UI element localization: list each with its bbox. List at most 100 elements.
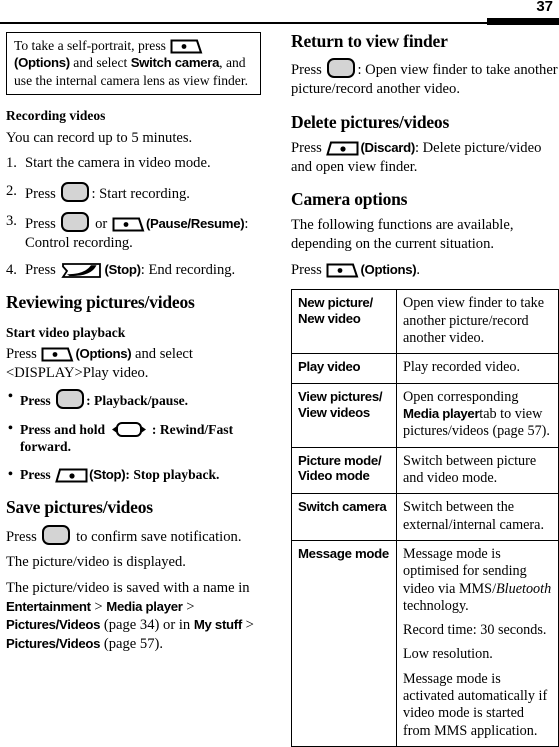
desc-part: technology. bbox=[403, 597, 469, 614]
step-text-before: Press bbox=[25, 261, 60, 278]
desc-paragraph: Switch between the external/internal cam… bbox=[403, 499, 545, 533]
term-media-player: Media player bbox=[106, 598, 183, 614]
save-sep-2: > bbox=[182, 598, 195, 615]
option-description: Open corresponding Media playertab to vi… bbox=[396, 382, 559, 448]
left-soft-key-icon bbox=[170, 39, 203, 54]
navigation-key-icon bbox=[111, 421, 147, 438]
option-name: Picture mode/Video mode bbox=[291, 446, 397, 495]
save-text-before: Press bbox=[6, 528, 41, 545]
bullet-dot: • bbox=[8, 421, 13, 437]
heading-camera-options: Camera options bbox=[291, 189, 408, 210]
desc-part: Open corresponding bbox=[403, 388, 519, 405]
option-description: Switch between the external/internal cam… bbox=[396, 493, 559, 541]
step-text-after: : Start recording. bbox=[91, 185, 190, 202]
desc-paragraph: Low resolution. bbox=[403, 646, 493, 663]
note-text-2: and select bbox=[69, 55, 131, 71]
header-thumb-tab bbox=[487, 18, 559, 25]
option-name: New picture/New video bbox=[291, 289, 397, 355]
end-call-key-icon bbox=[61, 262, 102, 279]
co-press-after: . bbox=[416, 261, 421, 278]
table-row: New picture/New video Open view finder t… bbox=[291, 289, 559, 355]
list-item: • Press (Stop): Stop playback. bbox=[6, 467, 276, 484]
left-soft-key-icon bbox=[112, 217, 145, 232]
term-pictures-videos: Pictures/Videos bbox=[6, 617, 101, 633]
heading-start-video-playback: Start video playback bbox=[6, 324, 126, 340]
heading-recording-videos: Recording videos bbox=[6, 108, 106, 124]
select-key-icon bbox=[61, 212, 90, 233]
recording-intro: You can record up to 5 minutes. bbox=[6, 129, 193, 146]
option-name: Play video bbox=[291, 353, 397, 384]
right-soft-key-icon bbox=[326, 141, 359, 156]
camera-options-intro: The following functions are available, d… bbox=[291, 217, 514, 253]
list-item: • Press : Playback/pause. bbox=[6, 389, 276, 410]
co-press-label: (Options) bbox=[360, 261, 417, 277]
desc-paragraph: Open corresponding Media playertab to vi… bbox=[403, 389, 552, 441]
save-line-1: Press to confirm save notification. bbox=[6, 524, 276, 547]
option-name: Message mode bbox=[291, 539, 397, 747]
desc-paragraph: Open view finder to take another picture… bbox=[403, 295, 545, 347]
note-term-switch-camera: Switch camera bbox=[130, 55, 220, 71]
playback-press-line: Press (Options) and select <DISPLAY>Play… bbox=[6, 345, 276, 382]
term-pictures-videos-2: Pictures/Videos bbox=[6, 635, 101, 651]
save-line3-b: (page 34) or in bbox=[100, 617, 194, 634]
return-view-finder-text: Press : Open view finder to take another… bbox=[291, 58, 559, 98]
step-number: 4. bbox=[6, 261, 17, 278]
table-row: Switch camera Switch between the externa… bbox=[291, 493, 559, 541]
bullet-key-label: (Stop) bbox=[89, 467, 126, 483]
table-row: Message mode Message mode is optimised f… bbox=[291, 539, 559, 747]
bullet-text-before: Press bbox=[20, 393, 55, 409]
right-soft-key-icon bbox=[55, 468, 88, 483]
save-line-2: The picture/video is displayed. bbox=[6, 554, 186, 571]
table-row: Picture mode/Video mode Switch between p… bbox=[291, 446, 559, 495]
heading-return-to-view-finder: Return to view finder bbox=[291, 31, 448, 51]
page-header: 37 bbox=[0, 0, 559, 26]
playback-options-label: (Options) bbox=[75, 346, 132, 362]
desc-paragraph: Message mode is optimised for sending vi… bbox=[403, 546, 552, 615]
save-text-after: to confirm save notification. bbox=[72, 528, 242, 545]
playback-bullets-list: • Press : Playback/pause. • Press and hold… bbox=[6, 389, 276, 484]
left-soft-key-icon bbox=[41, 347, 74, 362]
rvf-text-before: Press bbox=[291, 62, 326, 79]
bullet-text-after: : Stop playback. bbox=[125, 467, 220, 483]
note-text-1: To take a self-portrait, press bbox=[14, 38, 170, 53]
recording-steps-list: 1. Start the camera in video mode. 2. Pres… bbox=[6, 154, 276, 279]
left-soft-key-icon bbox=[326, 263, 359, 278]
note-box-self-portrait: To take a self-portrait, press (Options)… bbox=[6, 32, 261, 96]
header-rule bbox=[0, 22, 559, 24]
step-number: 2. bbox=[6, 182, 17, 199]
heading-reviewing-pictures-videos: Reviewing pictures/videos bbox=[6, 292, 195, 313]
list-item: 2. Press : Start recording. bbox=[6, 181, 276, 203]
option-description: Play recorded video. bbox=[396, 353, 559, 384]
desc-term-media-player: Media player bbox=[403, 406, 480, 422]
save-line3-c: (page 57). bbox=[100, 635, 164, 652]
step-number: 1. bbox=[6, 155, 17, 172]
option-name: Switch camera bbox=[291, 493, 397, 541]
term-my-stuff: My stuff bbox=[193, 617, 242, 633]
save-sep-3: > bbox=[242, 617, 254, 634]
left-column: To take a self-portrait, press (Options)… bbox=[6, 32, 276, 664]
delete-text: Press (Discard): Delete picture/video an… bbox=[291, 139, 559, 176]
save-sep-1: > bbox=[90, 598, 107, 615]
term-entertainment: Entertainment bbox=[6, 598, 91, 614]
co-press-before: Press bbox=[291, 261, 326, 278]
select-key-icon bbox=[327, 58, 356, 79]
table-row: Play video Play recorded video. bbox=[291, 353, 559, 384]
page-number: 37 bbox=[536, 0, 553, 15]
list-item: 3. Press or (Pause/Resume): Control recor… bbox=[6, 212, 276, 252]
bullet-dot: • bbox=[8, 467, 13, 483]
option-description: Message mode is optimised for sending vi… bbox=[396, 539, 559, 747]
step-text-before: Press bbox=[25, 185, 60, 202]
desc-paragraph: Record time: 30 seconds. bbox=[403, 622, 547, 639]
right-column: Return to view finder Press : Open view … bbox=[291, 31, 559, 747]
list-item: • Press and hold : Rewind/Fast forward. bbox=[6, 421, 276, 456]
list-item: 4. Press (Stop): End recording. bbox=[6, 261, 276, 279]
delete-text-before: Press bbox=[291, 139, 326, 156]
step-key-label: (Stop) bbox=[104, 261, 141, 277]
note-box-text: To take a self-portrait, press (Options)… bbox=[14, 37, 253, 89]
bullet-text-before: Press and hold bbox=[20, 422, 109, 438]
save-line3-a: The picture/video is saved with a name i… bbox=[6, 579, 250, 596]
step-key-label: (Pause/Resume) bbox=[145, 216, 245, 232]
step-text: Start the camera in video mode. bbox=[25, 155, 211, 172]
select-key-icon bbox=[56, 389, 85, 410]
step-number: 3. bbox=[6, 213, 17, 230]
